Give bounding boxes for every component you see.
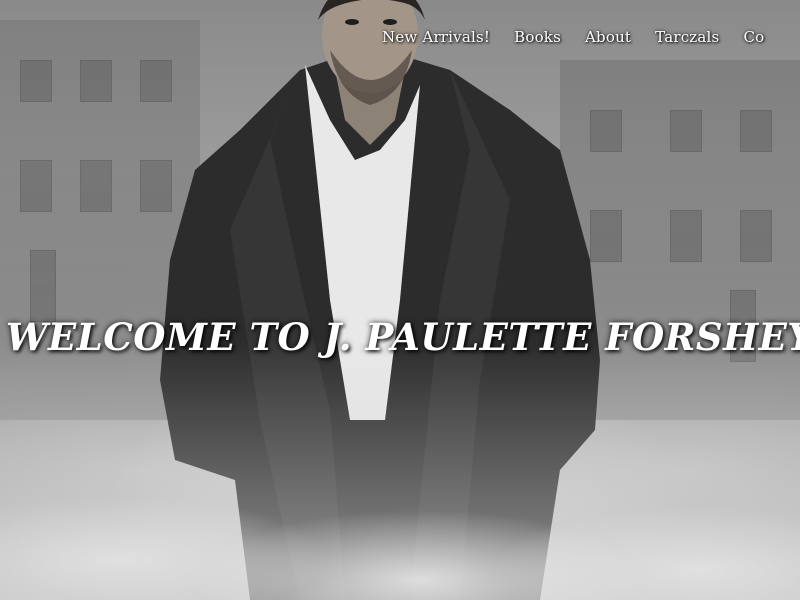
nav-item-tarczals[interactable]: Tarczals xyxy=(655,28,719,46)
hero-banner: New Arrivals! Books About Tarczals Co We… xyxy=(0,0,800,600)
nav-item-contact[interactable]: Co xyxy=(743,28,764,46)
nav-item-books[interactable]: Books xyxy=(514,28,561,46)
welcome-heading: Welcome to J. Paulette Forshey.com xyxy=(6,314,800,359)
main-navigation: New Arrivals! Books About Tarczals Co xyxy=(382,28,800,46)
fog-overlay xyxy=(0,340,800,600)
nav-item-about[interactable]: About xyxy=(585,28,631,46)
nav-item-new-arrivals[interactable]: New Arrivals! xyxy=(382,28,490,46)
